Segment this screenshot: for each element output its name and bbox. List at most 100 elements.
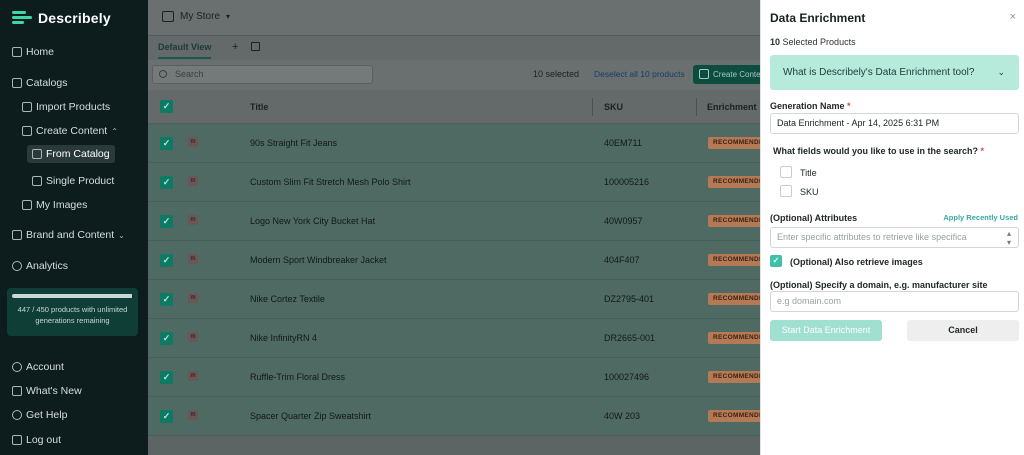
table-row[interactable]: ✓ m Logo New York City Bucket Hat 40W0957 RE… (148, 202, 774, 241)
import-icon (22, 102, 32, 112)
sidebar-item-get-help[interactable]: Get Help (12, 409, 67, 421)
row-checkbox[interactable]: ✓ (160, 254, 173, 267)
field-title-checkbox[interactable] (780, 166, 792, 178)
product-thumbnail: m (188, 371, 198, 381)
logout-icon (12, 435, 22, 445)
product-thumbnail: m (188, 293, 198, 303)
user-icon (12, 362, 22, 372)
product-thumbnail: m (188, 137, 198, 147)
store-icon (162, 11, 174, 22)
info-accordion[interactable]: What is Describely's Data Enrichment too… (770, 55, 1019, 90)
sidebar-item-whats-new[interactable]: What's New (12, 385, 82, 397)
domain-label: (Optional) Specify a domain, e.g. manufa… (770, 280, 988, 290)
product-title: Modern Sport Windbreaker Jacket (250, 255, 387, 265)
retrieve-images-label: (Optional) Also retrieve images (790, 257, 923, 267)
sidebar-item-analytics[interactable]: Analytics (12, 260, 68, 272)
logo-mark-icon (12, 9, 34, 27)
row-checkbox[interactable]: ✓ (160, 176, 173, 189)
column-header-title[interactable]: Title (250, 102, 268, 112)
generation-name-label: Generation Name * (770, 101, 851, 111)
row-checkbox[interactable]: ✓ (160, 371, 173, 384)
column-divider (696, 98, 697, 116)
table-row[interactable]: ✓ m Nike Cortez Textile DZ2795-401 RECOMMEND… (148, 280, 774, 319)
row-checkbox[interactable]: ✓ (160, 215, 173, 228)
field-sku-label: SKU (800, 187, 819, 197)
usage-progress-bar (12, 294, 133, 298)
copy-icon (32, 149, 42, 159)
product-title: 90s Straight Fit Jeans (250, 138, 338, 148)
sidebar-item-account[interactable]: Account (12, 361, 64, 373)
product-thumbnail: m (188, 332, 198, 342)
view-tabs: Default View + (148, 36, 760, 60)
attributes-label: (Optional) Attributes (770, 213, 858, 223)
sidebar-item-log-out[interactable]: Log out (12, 434, 61, 446)
sidebar-item-import-products[interactable]: Import Products (22, 101, 110, 113)
field-sku-checkbox[interactable] (780, 185, 792, 197)
select-all-checkbox[interactable]: ✓ (160, 100, 173, 113)
product-sku: DZ2795-401 (604, 294, 655, 304)
product-sku: DR2665-001 (604, 333, 656, 343)
sidebar-item-from-catalog[interactable]: From Catalog (27, 145, 115, 163)
sidebar-item-catalogs[interactable]: Catalogs (12, 77, 67, 89)
sidebar-item-brand-and-content[interactable]: Brand and Content ⌄ (12, 229, 125, 241)
search-input[interactable]: Search (152, 65, 373, 84)
product-sku: 100005216 (604, 177, 650, 187)
field-title-label: Title (800, 168, 817, 178)
product-sku: 40W 203 (604, 411, 641, 421)
product-title: Nike InfinityRN 4 (250, 333, 318, 343)
attributes-input[interactable]: Enter specific attributes to retrieve li… (770, 227, 1019, 248)
add-view-icon[interactable]: + (232, 41, 238, 53)
tab-default-view[interactable]: Default View (158, 42, 212, 59)
column-header-enrichment[interactable]: Enrichment (707, 102, 757, 112)
sidebar-item-my-images[interactable]: My Images (22, 199, 87, 211)
retrieve-images-checkbox[interactable]: ✓ (770, 255, 782, 267)
product-title: Ruffle-Trim Floral Dress (250, 372, 346, 382)
create-content-icon (699, 69, 709, 79)
topbar: My Store ▾ (148, 0, 760, 36)
sidebar-item-home[interactable]: Home (12, 46, 54, 58)
chevron-down-icon: ⌄ (118, 230, 125, 240)
table-row[interactable]: ✓ m Custom Slim Fit Stretch Mesh Polo Shir… (148, 163, 774, 202)
cancel-button[interactable]: Cancel (907, 320, 1019, 341)
edit-view-icon[interactable] (251, 42, 260, 51)
product-thumbnail: m (188, 254, 198, 264)
row-checkbox[interactable]: ✓ (160, 332, 173, 345)
fields-question-label: What fields would you like to use in the… (773, 146, 985, 156)
stepper-icon: ▴ ▾ (1006, 229, 1011, 247)
table-toolbar: Search 10 selected Deselect all 10 produ… (148, 60, 773, 90)
start-data-enrichment-button[interactable]: Start Data Enrichment (770, 320, 882, 341)
chevron-down-icon: ⌄ (997, 67, 1005, 77)
deselect-all-link[interactable]: Deselect all 10 products (594, 69, 685, 79)
domain-input[interactable]: e.g domain.com (770, 291, 1019, 312)
row-checkbox[interactable]: ✓ (160, 293, 173, 306)
product-thumbnail: m (188, 410, 198, 420)
table-row[interactable]: ✓ m Ruffle-Trim Floral Dress 100027496 RECOM… (148, 358, 774, 397)
panel-title: Data Enrichment (770, 11, 866, 25)
data-enrichment-panel: Data Enrichment × 10 Selected Products W… (760, 0, 1024, 455)
close-icon[interactable]: × (1010, 11, 1016, 23)
chevron-down-icon: ▾ (226, 12, 231, 21)
usage-progress-fill (12, 294, 133, 298)
table-row[interactable]: ✓ m Nike InfinityRN 4 DR2665-001 RECOMMENDED (148, 319, 774, 358)
sidebar-item-create-content[interactable]: Create Content ⌃ (22, 125, 118, 137)
help-icon (12, 410, 22, 420)
usage-card: 447 / 450 products with unlimited genera… (7, 288, 138, 336)
apply-recently-used-link[interactable]: Apply Recently Used (943, 213, 1018, 222)
row-checkbox[interactable]: ✓ (160, 137, 173, 150)
product-sku: 404F407 (604, 255, 640, 265)
product-thumbnail: m (188, 176, 198, 186)
table-row[interactable]: ✓ m Spacer Quarter Zip Sweatshirt 40W 203 RE… (148, 397, 774, 436)
table-row[interactable]: ✓ m 90s Straight Fit Jeans 40EM711 RECOMMEND… (148, 124, 774, 163)
selected-count: 10 selected (533, 69, 580, 79)
column-divider (592, 98, 593, 116)
app-logo[interactable]: Describely (12, 9, 111, 27)
generation-name-input[interactable]: Data Enrichment - Apr 14, 2025 6:31 PM (770, 113, 1019, 134)
home-icon (12, 47, 22, 57)
chevron-up-icon: ⌃ (111, 126, 118, 136)
table-row[interactable]: ✓ m Modern Sport Windbreaker Jacket 404F407… (148, 241, 774, 280)
row-checkbox[interactable]: ✓ (160, 410, 173, 423)
store-selector[interactable]: My Store ▾ (162, 11, 230, 22)
column-header-sku[interactable]: SKU (604, 102, 623, 112)
sidebar-item-single-product[interactable]: Single Product (32, 175, 114, 187)
product-sku: 40EM711 (604, 138, 642, 148)
